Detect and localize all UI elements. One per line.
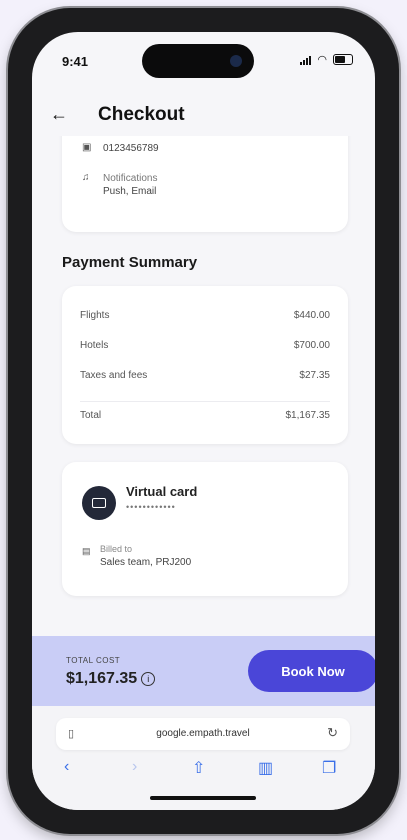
tabs-icon[interactable]: ❐ bbox=[322, 758, 336, 778]
checkout-footer: TOTAL COST $1,167.35 i Book Now bbox=[32, 636, 375, 706]
credit-card-icon bbox=[82, 486, 116, 520]
back-arrow-icon[interactable]: ← bbox=[50, 104, 68, 125]
checkout-content[interactable]: ▣ 0123456789 ♫ Notifications Push, Email… bbox=[32, 136, 375, 636]
payment-method-card[interactable]: Virtual card •••••••••••• ▤ Billed to Sa… bbox=[62, 462, 348, 596]
share-icon[interactable]: ⇧ bbox=[192, 758, 205, 778]
url-text: google.empath.travel bbox=[156, 728, 250, 739]
card-number-masked: •••••••••••• bbox=[126, 502, 176, 512]
summary-row-total: Total $1,167.35 bbox=[80, 410, 330, 421]
dynamic-island bbox=[142, 44, 254, 78]
summary-row-flights: Flights $440.00 bbox=[80, 310, 330, 321]
total-cost-value: $1,167.35 bbox=[66, 670, 138, 687]
status-bar: 9:41 ◠ bbox=[32, 32, 375, 92]
payment-summary-card: Flights $440.00 Hotels $700.00 Taxes and… bbox=[62, 286, 348, 444]
total-cost-display: $1,167.35 i bbox=[66, 670, 156, 688]
summary-row-hotels: Hotels $700.00 bbox=[80, 340, 330, 351]
bookmarks-icon[interactable]: ▥ bbox=[258, 758, 273, 778]
address-bar[interactable]: ▯ google.empath.travel ↻ bbox=[56, 718, 350, 750]
row-label: Hotels bbox=[80, 340, 109, 351]
row-value: $700.00 bbox=[293, 340, 330, 351]
camera-icon bbox=[230, 55, 242, 67]
info-icon[interactable]: i bbox=[141, 671, 156, 686]
contact-card: ▣ 0123456789 ♫ Notifications Push, Email bbox=[62, 136, 348, 232]
phone-row: ▣ 0123456789 bbox=[82, 142, 159, 155]
browser-toolbar: ‹ › ⇧ ▥ ❐ bbox=[32, 758, 375, 788]
notifications-row: ♫ Notifications Push, Email bbox=[82, 172, 157, 198]
row-label: Flights bbox=[80, 310, 110, 321]
payment-method-name: Virtual card bbox=[126, 484, 198, 499]
phone-frame: 9:41 ◠ ← Checkout ▣ 0123456789 ♫ Notific… bbox=[8, 8, 399, 834]
payment-summary-title: Payment Summary bbox=[62, 254, 198, 271]
bell-icon: ♫ bbox=[82, 172, 90, 183]
back-icon[interactable]: ‹ bbox=[64, 758, 69, 776]
summary-row-taxes: Taxes and fees $27.35 bbox=[80, 370, 330, 381]
home-indicator bbox=[150, 796, 256, 800]
notifications-label: Notifications bbox=[103, 173, 158, 184]
summary-divider bbox=[80, 401, 330, 402]
status-icons: ◠ bbox=[300, 54, 353, 65]
total-label: Total bbox=[80, 410, 102, 421]
notifications-value: Push, Email bbox=[103, 186, 157, 197]
row-value: $440.00 bbox=[293, 310, 330, 321]
phone-icon: ▣ bbox=[82, 142, 92, 153]
billing-icon: ▤ bbox=[82, 546, 91, 556]
signal-icon bbox=[300, 55, 312, 65]
phone-value: 0123456789 bbox=[103, 143, 159, 154]
page-title: Checkout bbox=[98, 104, 185, 125]
status-time: 9:41 bbox=[62, 54, 89, 69]
billed-to-label: Billed to bbox=[100, 544, 133, 554]
header: ← Checkout bbox=[32, 100, 375, 140]
book-now-button[interactable]: Book Now bbox=[248, 650, 375, 692]
billed-to-value: Sales team, PRJ200 bbox=[100, 557, 192, 568]
browser-bar: ▯ google.empath.travel ↻ ‹ › ⇧ ▥ ❐ bbox=[32, 706, 375, 810]
total-cost-label: TOTAL COST bbox=[66, 656, 121, 665]
wifi-icon: ◠ bbox=[317, 53, 327, 66]
reload-icon[interactable]: ↻ bbox=[327, 725, 338, 741]
forward-icon[interactable]: › bbox=[132, 758, 137, 776]
screen: 9:41 ◠ ← Checkout ▣ 0123456789 ♫ Notific… bbox=[32, 32, 375, 810]
row-value: $27.35 bbox=[299, 370, 330, 381]
total-value: $1,167.35 bbox=[285, 410, 331, 421]
row-label: Taxes and fees bbox=[80, 370, 148, 381]
battery-icon bbox=[333, 54, 353, 65]
